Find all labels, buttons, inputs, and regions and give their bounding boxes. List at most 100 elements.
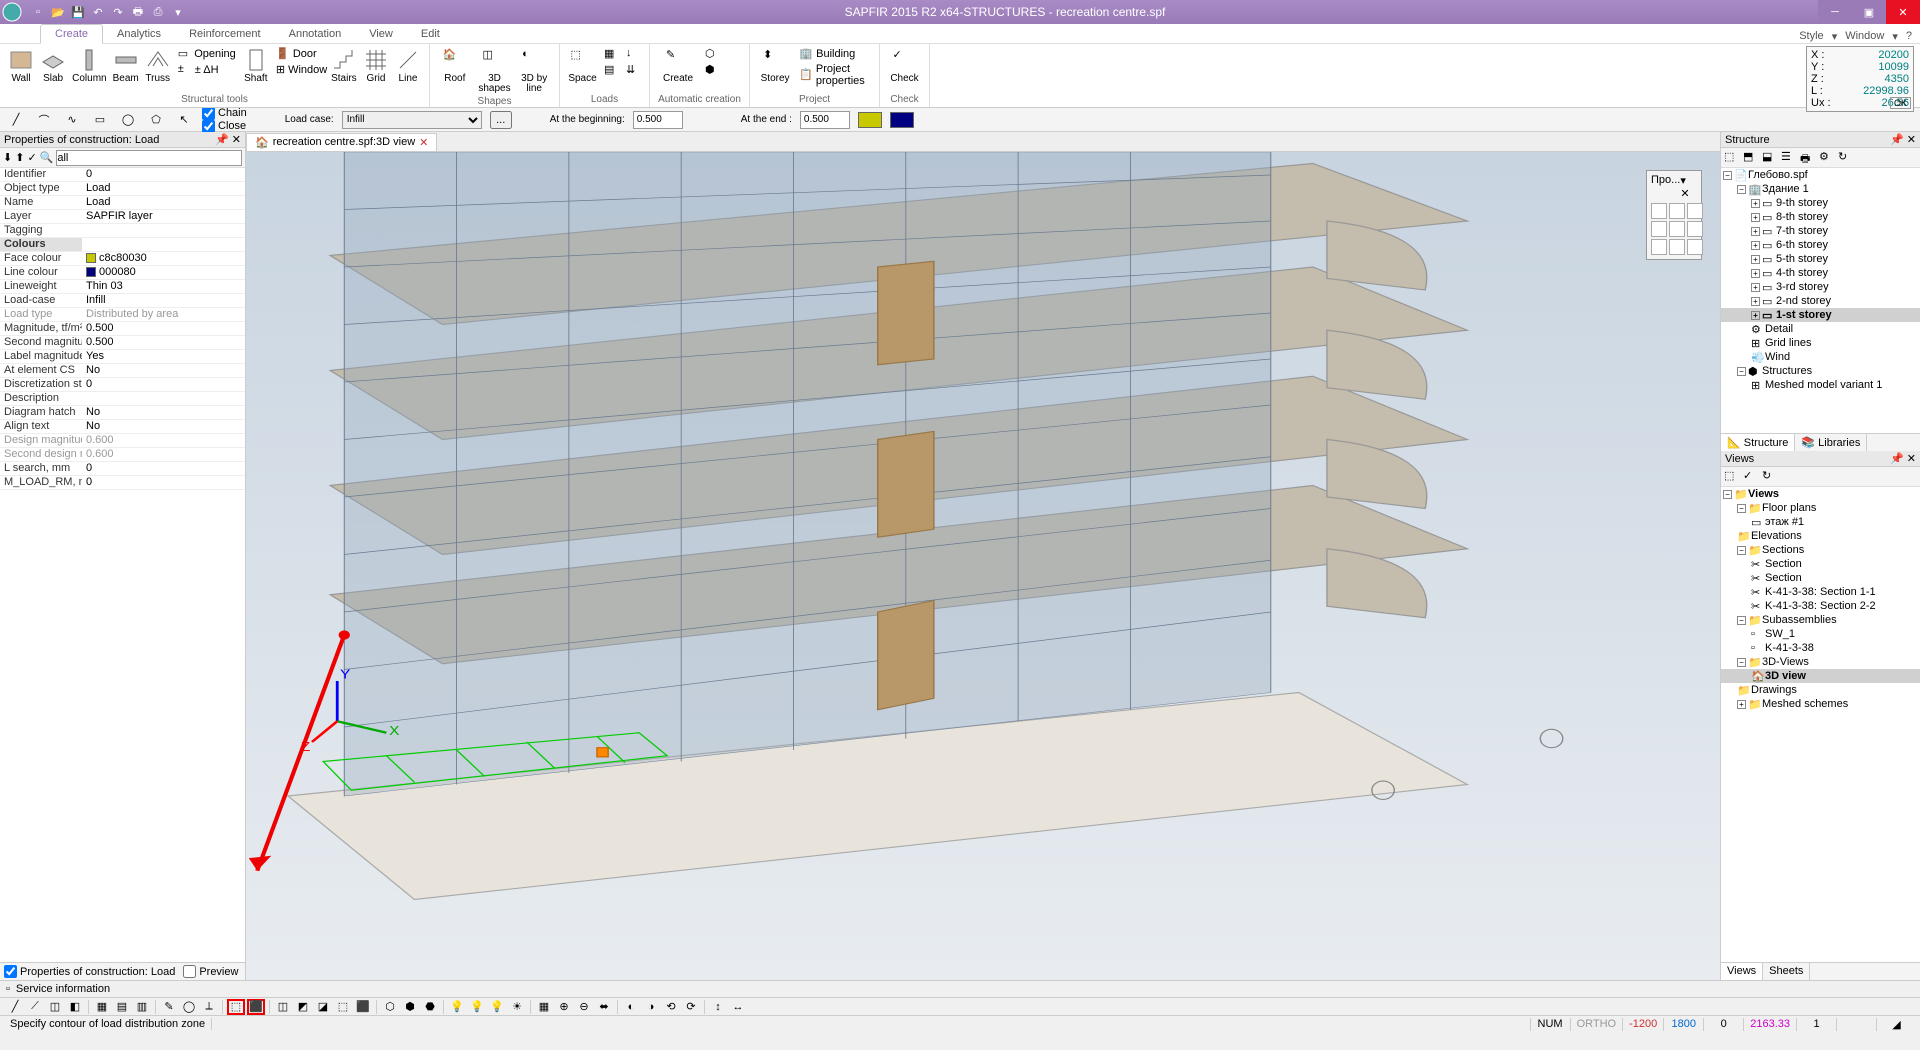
bt16-icon[interactable]: ⬚ xyxy=(334,999,352,1015)
loadcase-select[interactable]: Infill xyxy=(342,111,482,129)
doc-tab-close-icon[interactable]: ✕ xyxy=(419,136,428,149)
spline-tool-icon[interactable]: ∿ xyxy=(62,110,82,130)
door-button[interactable]: 🚪Door xyxy=(273,46,327,62)
pick-tool-icon[interactable]: ↖ xyxy=(174,110,194,130)
exp-storey[interactable]: + xyxy=(1751,255,1760,264)
structure-pin-icon[interactable]: 📌 ✕ xyxy=(1890,133,1916,146)
prop-value[interactable]: Infill xyxy=(82,294,245,307)
str-tb6-icon[interactable]: ⚙ xyxy=(1819,150,1835,166)
bt10-icon[interactable]: ⟂ xyxy=(200,999,218,1015)
service-toggle-icon[interactable]: ▫ xyxy=(6,983,10,995)
load-sm2[interactable]: ▤ xyxy=(601,62,621,78)
exp-3dviews[interactable]: − xyxy=(1737,658,1746,667)
space-button[interactable]: ⬚Space xyxy=(566,46,599,86)
tree-wind[interactable]: Wind xyxy=(1765,351,1790,363)
tree-meshed-schemes[interactable]: Meshed schemes xyxy=(1762,698,1848,710)
shaft-button[interactable]: Shaft xyxy=(241,46,271,86)
tab-reinforcement[interactable]: Reinforcement xyxy=(175,25,275,43)
props-tb2-icon[interactable]: ⬆ xyxy=(15,151,24,164)
tab-create[interactable]: Create xyxy=(40,24,103,44)
prop-value[interactable]: No xyxy=(82,364,245,377)
str-tb7-icon[interactable]: ↻ xyxy=(1838,150,1854,166)
load-sm4[interactable]: ⇊ xyxy=(623,62,643,78)
qat-more-icon[interactable]: ▾ xyxy=(170,4,186,20)
doc-tab[interactable]: 🏠 recreation centre.spf:3D view ✕ xyxy=(246,133,437,151)
bt24-icon[interactable]: ☀ xyxy=(508,999,526,1015)
stairs-button[interactable]: Stairs xyxy=(329,46,359,86)
bt4-icon[interactable]: ◧ xyxy=(66,999,84,1015)
exp-meshed[interactable]: + xyxy=(1737,700,1746,709)
view-persp-button[interactable] xyxy=(1651,239,1667,255)
prop-value[interactable]: Yes xyxy=(82,350,245,363)
face-color-swatch[interactable] xyxy=(858,112,882,128)
status-ortho[interactable]: ORTHO xyxy=(1570,1018,1623,1031)
tree-section-item[interactable]: Section xyxy=(1765,558,1802,570)
wall-button[interactable]: Wall xyxy=(6,46,36,86)
bt6-icon[interactable]: ▤ xyxy=(113,999,131,1015)
bt19-icon[interactable]: ⬢ xyxy=(401,999,419,1015)
tree-gridlines[interactable]: Grid lines xyxy=(1765,337,1811,349)
minimize-button[interactable]: ─ xyxy=(1818,0,1852,24)
exp-storey[interactable]: + xyxy=(1751,311,1760,320)
tab-annotation[interactable]: Annotation xyxy=(275,25,356,43)
tree-drawings[interactable]: Drawings xyxy=(1751,684,1797,696)
str-tb2-icon[interactable]: ⬒ xyxy=(1743,150,1759,166)
footer-props-check[interactable] xyxy=(4,965,17,978)
bt14-icon[interactable]: ◩ xyxy=(294,999,312,1015)
dh-button[interactable]: ±± ΔH xyxy=(175,62,239,78)
exp-storey[interactable]: + xyxy=(1751,227,1760,236)
poly-tool-icon[interactable]: ⬠ xyxy=(146,110,166,130)
bt20-icon[interactable]: ⬣ xyxy=(421,999,439,1015)
tab-analytics[interactable]: Analytics xyxy=(103,25,175,43)
prop-value[interactable]: SAPFIR layer xyxy=(82,210,245,223)
tab-view[interactable]: View xyxy=(355,25,407,43)
bt28-icon[interactable]: ⬌ xyxy=(595,999,613,1015)
prop-value[interactable]: c8c80030 xyxy=(82,252,245,265)
bt17-icon[interactable]: ⬛ xyxy=(354,999,372,1015)
bt2-icon[interactable]: ⟋ xyxy=(26,999,44,1015)
props-tb3-icon[interactable]: ✓ xyxy=(27,151,36,164)
close-checkbox[interactable] xyxy=(202,120,215,133)
view-iso1-button[interactable] xyxy=(1651,221,1667,237)
str-tb3-icon[interactable]: ⬓ xyxy=(1762,150,1778,166)
prop-value[interactable]: 0.600 xyxy=(82,448,245,461)
bt18-icon[interactable]: ⬡ xyxy=(381,999,399,1015)
tab-sheets-bottom[interactable]: Sheets xyxy=(1763,963,1810,980)
slab-button[interactable]: Slab xyxy=(38,46,68,86)
str-tb4-icon[interactable]: ☰ xyxy=(1781,150,1797,166)
vw-tb3-icon[interactable]: ↻ xyxy=(1762,469,1778,485)
vw-tb2-icon[interactable]: ✓ xyxy=(1743,469,1759,485)
prop-value[interactable]: No xyxy=(82,406,245,419)
tree-etazh[interactable]: этаж #1 xyxy=(1765,516,1804,528)
view-top-button[interactable] xyxy=(1651,203,1667,219)
view-fit-button[interactable] xyxy=(1687,239,1703,255)
exp-root[interactable]: − xyxy=(1723,171,1732,180)
tree-elevations[interactable]: Elevations xyxy=(1751,530,1802,542)
view-front-button[interactable] xyxy=(1669,203,1685,219)
exp-storey[interactable]: + xyxy=(1751,213,1760,222)
tab-structure-bottom[interactable]: 📐 Structure xyxy=(1721,434,1795,451)
prop-value[interactable]: 0.500 xyxy=(82,322,245,335)
exp-storey[interactable]: + xyxy=(1751,283,1760,292)
load-sm3[interactable]: ↓ xyxy=(623,46,643,62)
tree-storey[interactable]: 2-nd storey xyxy=(1776,295,1831,307)
grid-button[interactable]: Grid xyxy=(361,46,391,86)
arc-tool-icon[interactable]: ⌒ xyxy=(34,110,54,130)
prop-value[interactable]: Load xyxy=(82,196,245,209)
footer-preview-check[interactable] xyxy=(183,965,196,978)
line-tool-icon[interactable]: ╱ xyxy=(6,110,26,130)
column-button[interactable]: Column xyxy=(70,46,108,86)
props-filter-input[interactable] xyxy=(56,150,242,166)
prop-value[interactable]: 0 xyxy=(82,168,245,181)
tree-storey[interactable]: 5-th storey xyxy=(1776,253,1828,265)
view-float-menu-icon[interactable]: ▾ ✕ xyxy=(1680,174,1697,200)
rect-tool-icon[interactable]: ▭ xyxy=(90,110,110,130)
exp-storey[interactable]: + xyxy=(1751,199,1760,208)
vw-tb1-icon[interactable]: ⬚ xyxy=(1724,469,1740,485)
exp-floorplans[interactable]: − xyxy=(1737,504,1746,513)
auto-sm2[interactable]: ⬢ xyxy=(702,62,722,78)
bt3-icon[interactable]: ◫ xyxy=(46,999,64,1015)
bt34-icon[interactable]: ↔ xyxy=(729,999,747,1015)
tree-structures[interactable]: Structures xyxy=(1762,365,1812,377)
view-axo-button[interactable] xyxy=(1669,239,1685,255)
